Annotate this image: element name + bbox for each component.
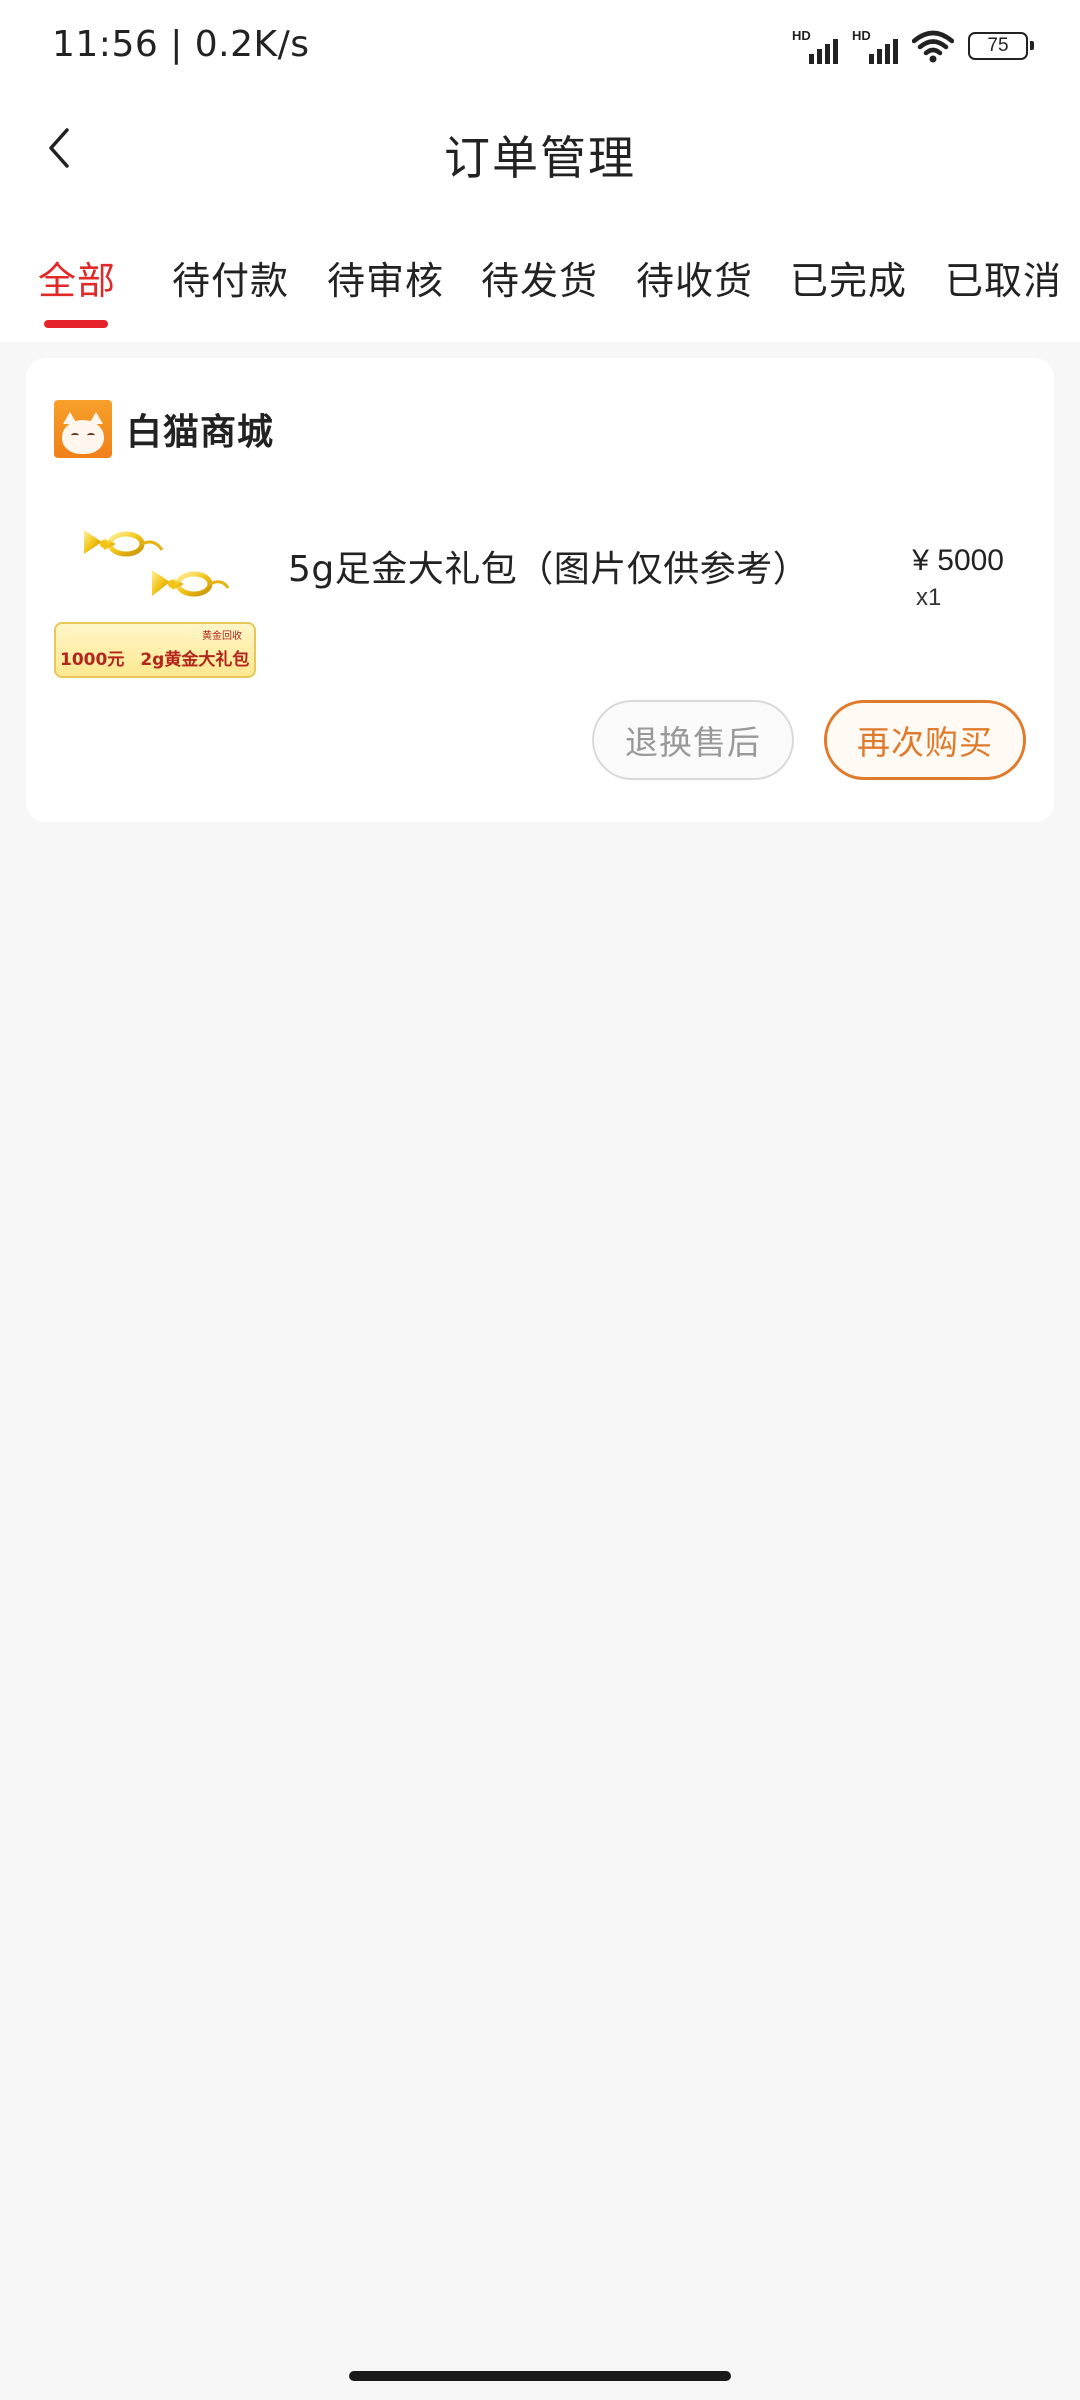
tab-pending-review[interactable]: 待审核 — [327, 250, 444, 305]
product-thumbnail[interactable]: 黄金回收 1000元 2g黄金大礼包 — [54, 508, 258, 678]
product-price: ¥ 5000 — [912, 544, 1004, 577]
order-status-tabs: 全部 待付款 待审核 待发货 待收货 已完成 已取消 — [0, 210, 1080, 342]
cellular-signal-icon: HD — [792, 28, 838, 64]
page-title: 订单管理 — [444, 131, 636, 185]
signal-hd-label: HD — [792, 28, 811, 43]
gold-earrings-image — [84, 530, 230, 597]
status-bar: 11:56 | 0.2K/s HD HD 75 — [0, 0, 1080, 92]
wifi-icon — [912, 30, 954, 63]
signal-hd-label: HD — [852, 28, 871, 43]
tab-pending-shipment[interactable]: 待发货 — [481, 250, 598, 305]
product-quantity: x1 — [916, 584, 942, 611]
battery-icon: 75 — [968, 32, 1034, 60]
product-title[interactable]: 5g足金大礼包（图片仅供参考） — [288, 540, 809, 592]
return-refund-button[interactable]: 退换售后 — [592, 700, 794, 780]
active-tab-indicator — [44, 320, 108, 328]
promo-text: 1000元 2g黄金大礼包 — [60, 645, 249, 670]
tab-pending-payment[interactable]: 待付款 — [172, 250, 289, 305]
tab-completed[interactable]: 已完成 — [790, 250, 907, 305]
product-promo-banner: 黄金回收 1000元 2g黄金大礼包 — [54, 622, 256, 678]
buy-again-button[interactable]: 再次购买 — [824, 700, 1026, 780]
shop-header[interactable]: 白猫商城 — [54, 400, 274, 458]
order-card[interactable]: 白猫商城 黄金回收 1000元 2g黄金大礼包 5g足金大礼包（图片仅供参考） … — [26, 358, 1054, 822]
promo-price: 1000元 — [60, 650, 125, 670]
promo-label: 2g黄金大礼包 — [140, 650, 250, 670]
home-indicator[interactable] — [349, 2371, 731, 2381]
status-time: 11:56 | 0.2K/s — [52, 24, 310, 65]
promo-top-text: 黄金回收 — [202, 631, 242, 642]
tab-pending-receipt[interactable]: 待收货 — [636, 250, 753, 305]
cellular-signal-icon: HD — [852, 28, 898, 64]
nav-bar: 订单管理 — [0, 92, 1080, 210]
tab-cancelled[interactable]: 已取消 — [945, 250, 1062, 305]
shop-name: 白猫商城 — [126, 412, 275, 453]
tab-all[interactable]: 全部 — [38, 250, 116, 305]
shop-logo — [54, 400, 112, 458]
status-icons: HD HD 75 — [792, 26, 1034, 66]
